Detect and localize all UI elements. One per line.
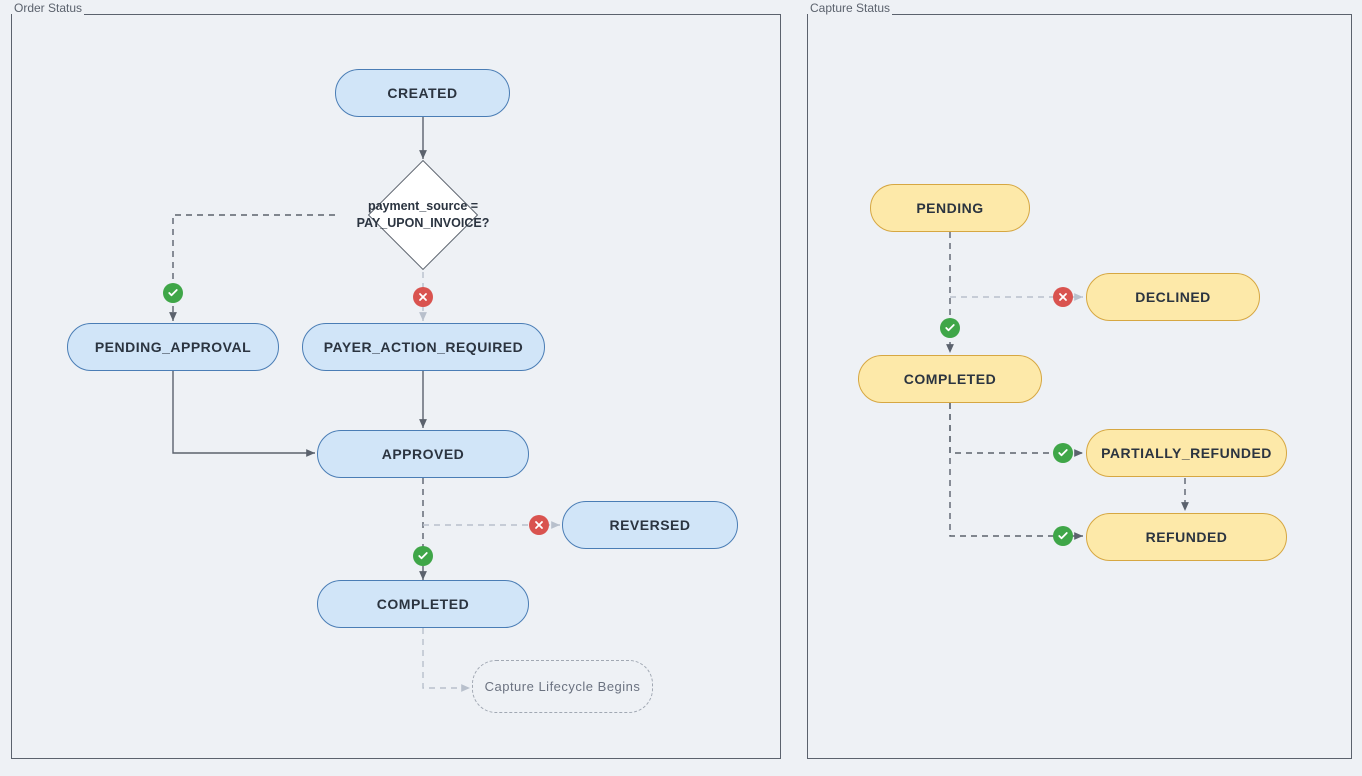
capture-node-pending: PENDING [870,184,1030,232]
capture-node-refunded: REFUNDED [1086,513,1287,561]
capture-status-title: Capture Status [808,1,892,15]
node-payer-action-required: PAYER_ACTION_REQUIRED [302,323,545,371]
node-approved: APPROVED [317,430,529,478]
check-icon [1053,443,1073,463]
node-pending-approval: PENDING_APPROVAL [67,323,279,371]
capture-node-completed: COMPLETED [858,355,1042,403]
cross-icon [1053,287,1073,307]
capture-node-partially-refunded: PARTIALLY_REFUNDED [1086,429,1287,477]
node-created: CREATED [335,69,510,117]
check-icon [163,283,183,303]
check-icon [1053,526,1073,546]
node-reversed: REVERSED [562,501,738,549]
cross-icon [413,287,433,307]
cross-icon [529,515,549,535]
order-status-panel: Order Status [11,14,781,759]
node-completed: COMPLETED [317,580,529,628]
node-capture-begins: Capture Lifecycle Begins [472,660,653,713]
order-status-title: Order Status [12,1,84,15]
check-icon [413,546,433,566]
check-icon [940,318,960,338]
capture-node-declined: DECLINED [1086,273,1260,321]
